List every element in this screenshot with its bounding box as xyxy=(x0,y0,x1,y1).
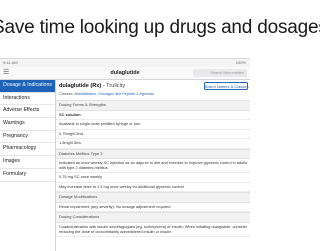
classes-link[interactable]: Antidiabetics, Glucagon-like Peptide-1 A… xyxy=(74,92,154,96)
dosage-content: Dosing Forms & Strengths SC solution Ava… xyxy=(56,100,250,251)
app-window: 9:41 AM 100% ☰ dulaglutide Search Microm… xyxy=(0,58,250,251)
drug-classes: Classes: Antidiabetics, Glucagon-like Pe… xyxy=(59,92,154,96)
sc-solution-row: SC solution xyxy=(56,111,250,120)
sidebar: Dosage & Indications Interactions Advers… xyxy=(0,80,56,251)
t2-dose-row-2: May increase dose to 1.5 mg once weekly … xyxy=(56,183,250,192)
status-time: 9:41 AM xyxy=(3,60,18,65)
sidebar-item-pharmacology[interactable]: Pharmacology xyxy=(0,143,55,157)
drug-name: dulaglutide (Rx) xyxy=(59,83,102,89)
drug-title: dulaglutide (Rx) - Trulicity xyxy=(59,83,125,89)
dose-row-2: 1.5mg/0.5mL xyxy=(56,139,250,149)
sidebar-item-images[interactable]: Images xyxy=(0,156,55,169)
nav-bar: ☰ dulaglutide Search Micromedex xyxy=(0,67,250,80)
headline-text: Save time looking up drugs and dosages xyxy=(0,17,320,38)
section-type2-diabetes: Diabetes Mellitus Type 2 xyxy=(56,148,250,159)
status-bar: 9:41 AM 100% xyxy=(0,59,250,67)
sidebar-item-dosage[interactable]: Dosage & Indications xyxy=(0,80,55,93)
search-input[interactable]: Search Micromedex xyxy=(193,69,247,77)
sidebar-item-pregnancy[interactable]: Pregnancy xyxy=(0,131,55,144)
brand-names-button[interactable]: Brand Names & Classes xyxy=(204,82,249,90)
sidebar-item-interactions[interactable]: Interactions xyxy=(0,93,55,106)
sidebar-item-adverse-effects[interactable]: Adverse Effects xyxy=(0,105,55,119)
coadmin-row: Coadministration with insulin secretagog… xyxy=(56,223,250,237)
sidebar-item-formulary[interactable]: Formulary xyxy=(0,169,55,182)
dose-row-1: 0.75mg/0.5mL xyxy=(56,130,250,139)
pen-row: Available in single-dose prefilled syrin… xyxy=(56,120,250,130)
renal-row: Renal impairment (any severity): No dosa… xyxy=(56,203,250,212)
section-dosage-modifications: Dosage Modifications xyxy=(56,192,250,203)
classes-label: Classes: xyxy=(59,92,74,96)
battery-status: 100% xyxy=(235,60,246,65)
sidebar-item-warnings[interactable]: Warnings xyxy=(0,118,55,131)
t2-dose-row-1: 0.75 mg SC once weekly xyxy=(56,173,250,183)
main-content: dulaglutide (Rx) - Trulicity Brand Names… xyxy=(56,80,250,251)
section-dosing-forms: Dosing Forms & Strengths xyxy=(56,100,250,111)
headline: Save time looking up drugs and dosages xyxy=(0,16,320,52)
drug-brand: - Trulicity xyxy=(101,83,126,89)
t2-indication-row: Indicated as once weekly SC injection as… xyxy=(56,159,250,173)
section-dosing-considerations: Dosing Considerations xyxy=(56,212,250,223)
